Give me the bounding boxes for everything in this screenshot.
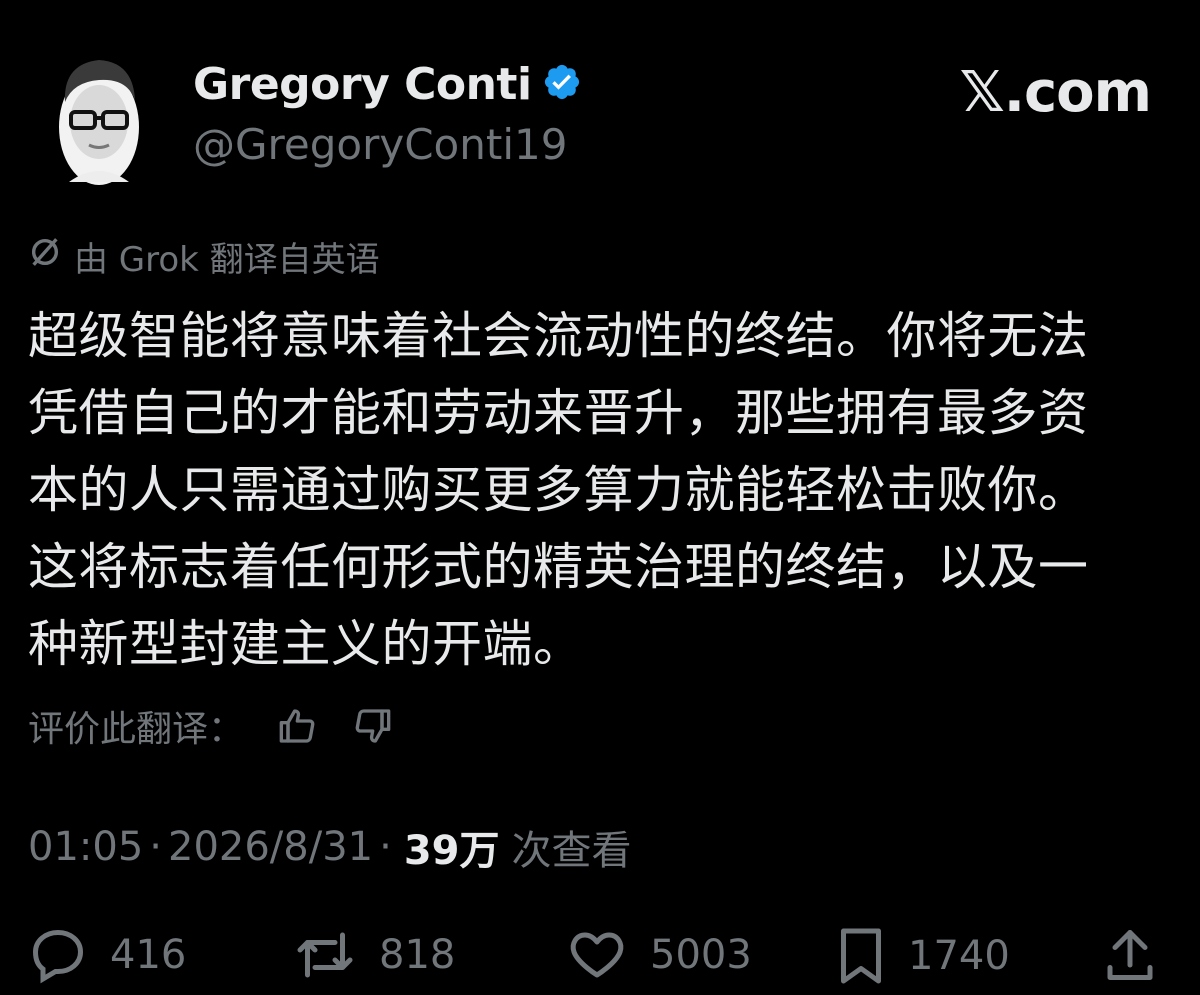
reply-button[interactable]: 416 <box>28 925 186 985</box>
bookmark-button[interactable]: 1740 <box>836 925 1010 987</box>
tweet-date[interactable]: 2026/8/31 <box>168 824 373 870</box>
tweet-text: 超级智能将意味着社会流动性的终结。你将无法 凭借自己的才能和劳动来晋升，那些拥有… <box>28 298 1168 683</box>
display-name[interactable]: Gregory Conti <box>193 59 532 110</box>
rate-translation: 评价此翻译： <box>28 700 392 752</box>
share-icon <box>1100 925 1160 985</box>
tweet-line: 本的人只需通过购买更多算力就能轻松击败你。 <box>28 461 1089 519</box>
translation-note: 由 Grok 翻译自英语 <box>28 232 380 281</box>
author-handle[interactable]: @GregoryConti19 <box>193 120 567 169</box>
bookmark-count: 1740 <box>908 933 1010 979</box>
verified-badge-icon <box>542 62 582 106</box>
name-row: Gregory Conti <box>193 56 582 112</box>
avatar[interactable] <box>55 42 143 187</box>
thumbs-down-icon[interactable] <box>352 706 392 746</box>
rate-translation-label: 评价此翻译： <box>28 709 245 750</box>
x-logo: 𝕏.com <box>959 60 1152 125</box>
reply-icon <box>28 925 88 985</box>
thumbs-up-icon[interactable] <box>278 706 318 746</box>
grok-icon <box>28 235 62 278</box>
reply-count: 416 <box>110 932 187 978</box>
tweet-time[interactable]: 01:05 <box>28 824 143 870</box>
tweet-header: Gregory Conti @GregoryConti19 𝕏.com <box>55 42 1155 192</box>
tweet-meta: 01:05 · 2026/8/31 · 39万 次查看 <box>28 818 632 876</box>
views-label: 次查看 <box>511 828 632 874</box>
bookmark-icon <box>836 925 886 987</box>
tweet-line: 超级智能将意味着社会流动性的终结。你将无法 <box>28 307 1089 365</box>
share-button[interactable] <box>1100 925 1160 985</box>
like-count: 5003 <box>650 932 752 978</box>
repost-count: 818 <box>379 932 456 978</box>
tweet-line: 种新型封建主义的开端。 <box>28 615 584 673</box>
heart-icon <box>566 925 628 985</box>
translation-note-text: 由 Grok 翻译自英语 <box>74 240 380 280</box>
meta-separator: · <box>379 824 392 870</box>
like-button[interactable]: 5003 <box>566 925 752 985</box>
tweet-line: 这将标志着任何形式的精英治理的终结，以及一 <box>28 538 1089 596</box>
meta-separator: · <box>149 824 162 870</box>
repost-icon <box>293 925 357 985</box>
tweet-line: 凭借自己的才能和劳动来晋升，那些拥有最多资 <box>28 384 1089 442</box>
repost-button[interactable]: 818 <box>293 925 455 985</box>
views-count[interactable]: 39万 <box>404 818 500 876</box>
